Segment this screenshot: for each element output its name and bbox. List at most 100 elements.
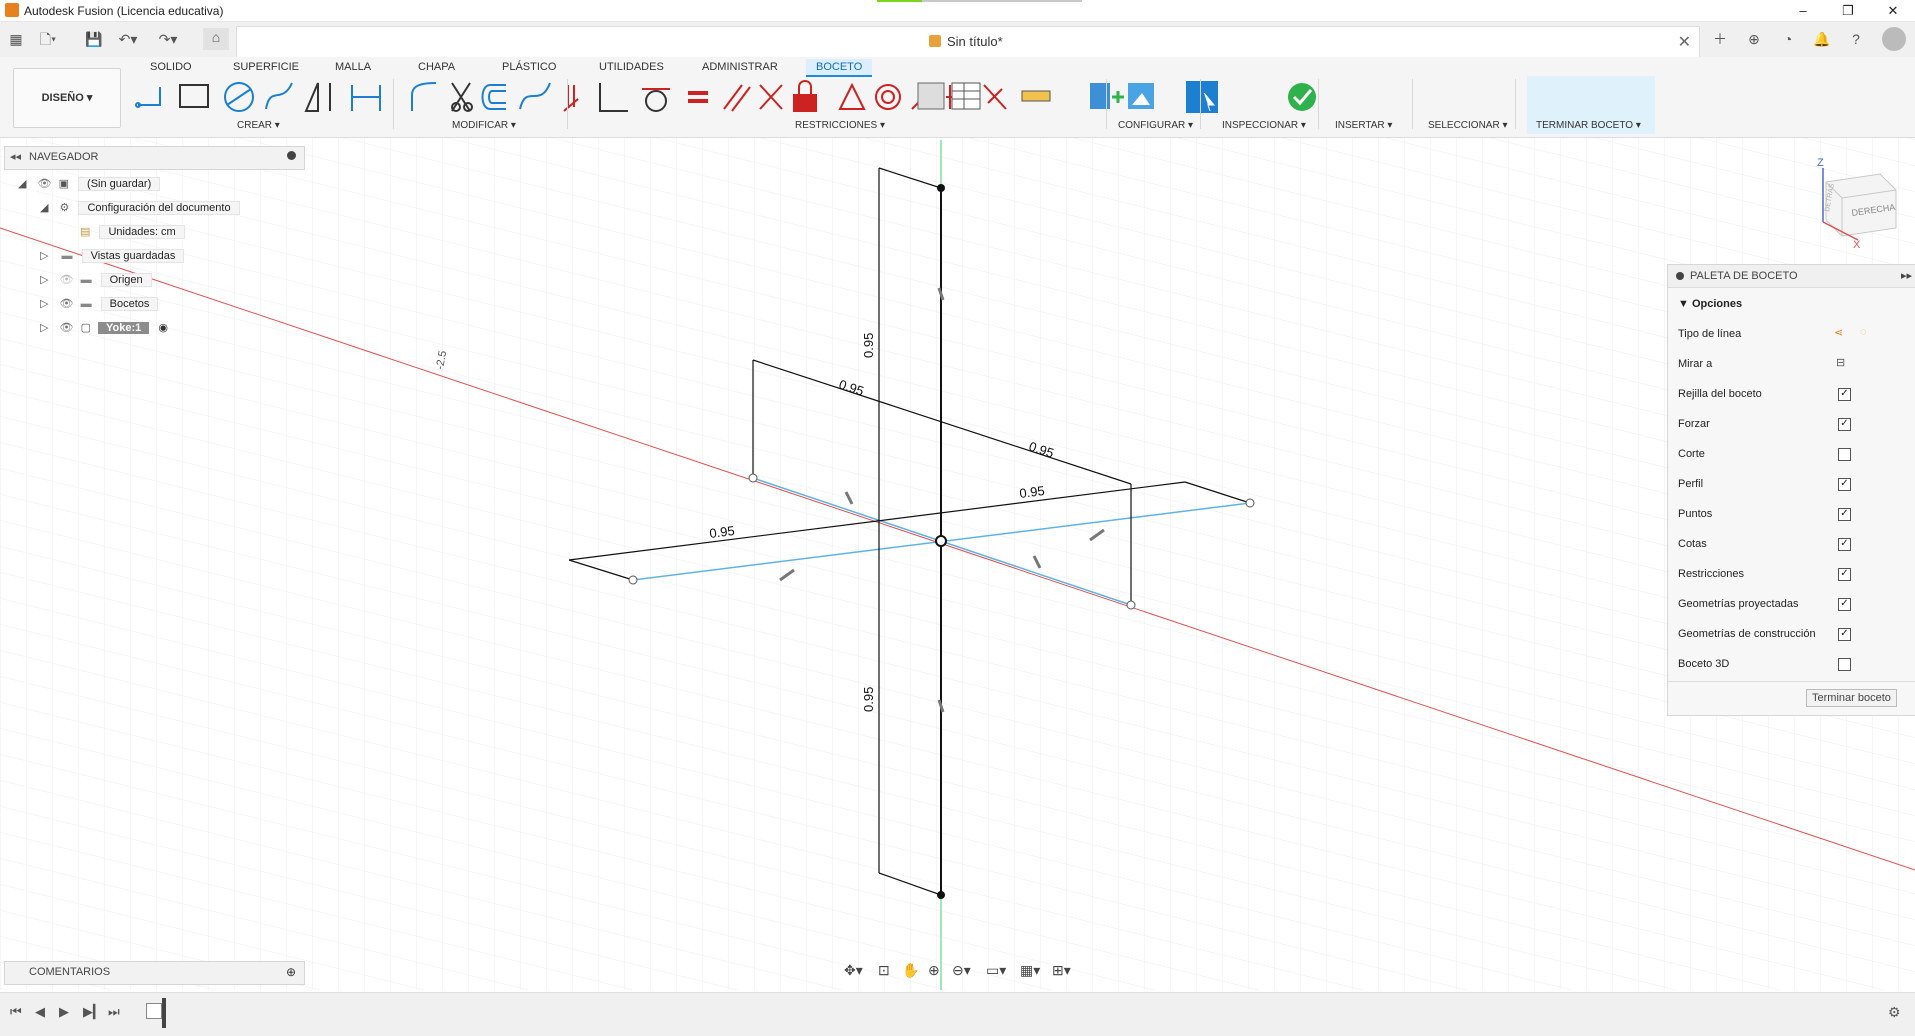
- tab-malla[interactable]: MALLA: [325, 59, 381, 75]
- circle-tool-icon[interactable]: [224, 82, 254, 112]
- go-to-start-icon[interactable]: ⏮: [10, 1004, 22, 1020]
- parameters-icon[interactable]: [917, 82, 945, 110]
- look-at-view-icon[interactable]: ⊡: [878, 962, 890, 979]
- concentric-constraint-icon[interactable]: [875, 84, 901, 110]
- timeline-sketch-feature-icon[interactable]: [146, 1003, 162, 1019]
- tab-solido[interactable]: SOLIDO: [140, 59, 202, 75]
- visibility-eye-icon[interactable]: 👁: [60, 322, 74, 334]
- expand-triangle-icon[interactable]: ▷: [40, 274, 48, 286]
- step-back-icon[interactable]: ◀: [35, 1004, 45, 1020]
- curvature-constraint-icon[interactable]: [983, 84, 1007, 110]
- group-restricciones[interactable]: RESTRICCIONES ▾: [795, 120, 885, 131]
- change-parameters-icon[interactable]: [951, 82, 981, 110]
- checkbox-sketch-grid[interactable]: ✓: [1838, 388, 1851, 401]
- nav-component-yoke[interactable]: ▷ 👁 ▢ Yoke:1 ◉: [40, 318, 168, 338]
- group-modificar[interactable]: MODIFICAR ▾: [452, 120, 516, 131]
- timeline-settings-gear-icon[interactable]: ⚙: [1888, 1004, 1901, 1021]
- finish-sketch-check-icon[interactable]: [1288, 83, 1316, 111]
- undo-icon[interactable]: ↶▾: [118, 30, 138, 48]
- checkbox-points[interactable]: ✓: [1838, 508, 1851, 521]
- tangent-constraint-icon[interactable]: [642, 88, 670, 112]
- expand-palette-icon[interactable]: ▸▸: [1901, 269, 1912, 282]
- dimension-text-left-horizontal[interactable]: 0.95: [709, 523, 736, 541]
- sketch-point-far-right[interactable]: [1245, 498, 1255, 508]
- mirror-tool-icon[interactable]: [304, 82, 331, 112]
- notifications-icon[interactable]: 🔔: [1812, 30, 1832, 48]
- group-configurar[interactable]: CONFIGURAR ▾: [1118, 120, 1193, 131]
- nav-sketches[interactable]: ▷ 👁 ▬ Bocetos: [40, 294, 159, 314]
- group-insertar[interactable]: INSERTAR ▾: [1335, 120, 1392, 131]
- add-comment-icon[interactable]: ⊕: [286, 965, 296, 979]
- normal-line-icon[interactable]: ⋖: [1834, 326, 1843, 339]
- sketch-point-far-left[interactable]: [628, 575, 638, 585]
- minimize-button[interactable]: –: [1783, 2, 1823, 19]
- symmetry-constraint-icon[interactable]: [838, 82, 866, 110]
- redo-icon[interactable]: ↷▾: [158, 30, 178, 48]
- checkbox-slice[interactable]: [1838, 448, 1851, 461]
- group-crear[interactable]: CREAR ▾: [237, 120, 280, 131]
- dimension-text-lower-vertical[interactable]: 0.95: [861, 687, 876, 712]
- select-icon[interactable]: [1186, 81, 1218, 113]
- viewports-icon[interactable]: ⊞▾: [1052, 962, 1071, 979]
- equal-constraint-icon[interactable]: [688, 91, 708, 103]
- spline-tool-icon[interactable]: [519, 82, 551, 110]
- expand-triangle-icon[interactable]: ▷: [40, 322, 48, 334]
- orbit-icon[interactable]: ✥▾: [844, 962, 863, 979]
- close-document-icon[interactable]: ✕: [1678, 32, 1691, 52]
- measure-icon[interactable]: [1021, 90, 1051, 102]
- expand-triangle-icon[interactable]: ▷: [40, 298, 48, 310]
- go-to-end-icon[interactable]: ⏭: [108, 1004, 120, 1020]
- group-terminar-boceto[interactable]: TERMINAR BOCETO ▾: [1536, 120, 1641, 131]
- palette-pin-icon[interactable]: [1676, 272, 1684, 280]
- group-seleccionar[interactable]: SELECCIONAR ▾: [1428, 120, 1507, 131]
- checkbox-projected-geometries[interactable]: ✓: [1838, 598, 1851, 611]
- palette-header[interactable]: PALETA DE BOCETO ▸▸: [1668, 265, 1915, 288]
- sketch-point-left[interactable]: [748, 473, 758, 483]
- collapse-triangle-icon[interactable]: ◢: [18, 178, 26, 190]
- tab-superficie[interactable]: SUPERFICIE: [223, 59, 309, 75]
- navigator-header[interactable]: ◂◂ NAVEGADOR: [4, 146, 305, 170]
- home-icon[interactable]: ⌂: [203, 28, 229, 50]
- document-tab[interactable]: Sin título* ✕: [236, 26, 1700, 58]
- checkbox-snap[interactable]: ✓: [1838, 418, 1851, 431]
- collapse-navigator-icon[interactable]: ◂◂: [10, 150, 21, 163]
- group-inspeccionar[interactable]: INSPECCIONAR ▾: [1222, 120, 1306, 131]
- grid-snaps-icon[interactable]: ▦▾: [1020, 962, 1040, 979]
- construction-line-icon[interactable]: ◌: [1860, 326, 1867, 338]
- app-grid-icon[interactable]: ▦: [6, 30, 26, 48]
- sketch-point-bottom[interactable]: [937, 891, 945, 899]
- user-avatar[interactable]: [1882, 27, 1906, 51]
- extensions-icon[interactable]: ⊕: [1744, 30, 1764, 48]
- tab-plastico[interactable]: PLÁSTICO: [492, 59, 566, 75]
- fillet-tool-icon[interactable]: [411, 82, 437, 111]
- sketch-point-right[interactable]: [1126, 600, 1136, 610]
- tab-administrar[interactable]: ADMINISTRAR: [692, 59, 788, 75]
- sketch-point-origin[interactable]: [935, 535, 947, 547]
- insert-canvas-icon[interactable]: [1128, 83, 1154, 109]
- file-menu-icon[interactable]: 🗋▾: [38, 30, 58, 48]
- nav-doc-settings[interactable]: ◢ ⚙ Configuración del documento: [40, 198, 240, 218]
- arc-tool-icon[interactable]: [265, 82, 293, 110]
- perpendicular-constraint-icon[interactable]: [599, 83, 628, 112]
- activate-radio-icon[interactable]: ◉: [158, 322, 168, 334]
- job-status-icon[interactable]: ◔: [1778, 30, 1798, 48]
- dimension-tool-icon[interactable]: [351, 85, 381, 111]
- look-at-icon[interactable]: ⊟: [1836, 356, 1845, 369]
- collapse-triangle-icon[interactable]: ◢: [40, 202, 48, 214]
- line-tool-icon[interactable]: [135, 87, 161, 108]
- expand-triangle-icon[interactable]: ▷: [40, 250, 48, 262]
- offset-tool-icon[interactable]: [481, 84, 507, 110]
- checkbox-constraints[interactable]: ✓: [1838, 568, 1851, 581]
- checkbox-profile[interactable]: ✓: [1838, 478, 1851, 491]
- fix-constraint-icon[interactable]: [793, 80, 817, 112]
- nav-origin[interactable]: ▷ 👁 ▬ Origen: [40, 270, 152, 290]
- zoom-window-icon[interactable]: ⊖▾: [952, 962, 971, 979]
- zoom-icon[interactable]: ⊕: [928, 962, 940, 979]
- nav-saved-views[interactable]: ▷ ▬ Vistas guardadas: [40, 246, 185, 266]
- hidden-eye-icon[interactable]: 👁: [60, 274, 74, 286]
- pan-hand-icon[interactable]: ✋: [902, 962, 919, 979]
- palette-section-options[interactable]: ▼ Opciones: [1678, 295, 1742, 313]
- timeline-marker[interactable]: [162, 998, 166, 1028]
- display-settings-icon[interactable]: ▭▾: [986, 962, 1006, 979]
- play-icon[interactable]: ▶: [59, 1004, 69, 1020]
